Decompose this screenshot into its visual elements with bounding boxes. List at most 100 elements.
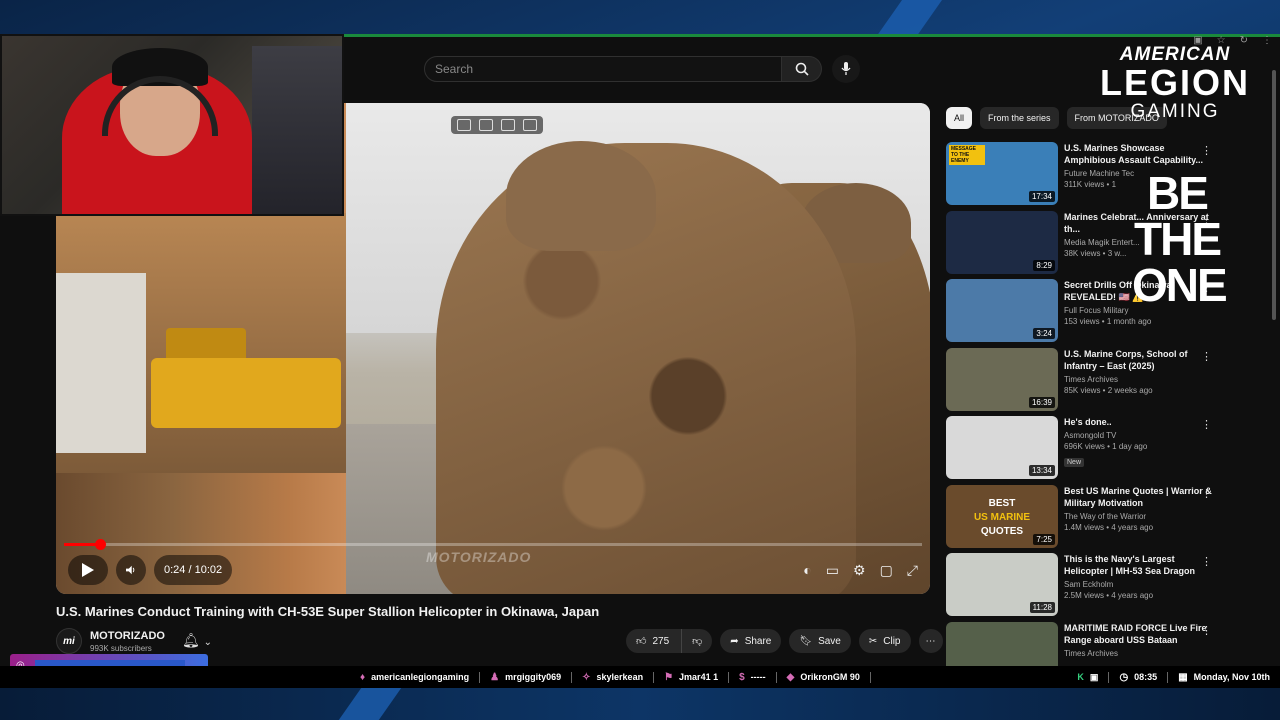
volume-icon [126,565,135,575]
notes-icon[interactable] [501,119,515,131]
video-title: U.S. Marines Conduct Training with CH-53… [56,604,600,619]
recommendation-channel[interactable]: The Way of the Warrior [1064,512,1212,521]
more-vert-icon[interactable]: ⋮ [1201,144,1212,157]
video-thumbnail[interactable]: BEST US MARINE QUOTES 7:25 [946,484,1058,548]
recommendation-channel[interactable]: Asmongold TV [1064,431,1212,440]
webcam-shelf [252,46,342,214]
thumb-text-line: US MARINE [973,511,1031,523]
recommendation-info: This is the Navy's Largest Helicopter | … [1064,553,1212,622]
pip-icon[interactable] [457,119,471,131]
duration-badge: 7:25 [1033,533,1055,545]
video-thumbnail[interactable]: 16:39 [946,347,1058,411]
time-display: 0:24 / 10:02 [154,555,233,585]
dislike-button[interactable]: 👎︎ [681,629,713,653]
progress-scrubber[interactable] [94,539,106,550]
logo-line-legion: LEGION [1099,62,1250,103]
recommendation-channel[interactable]: Times Archives [1064,649,1212,658]
more-actions-button[interactable]: ⋯ [918,629,943,653]
translate-icon[interactable] [523,119,537,131]
recommendation-info: He's done.. Asmongold TV 696K views • 1 … [1064,416,1212,485]
donation-icon: $ [739,671,745,683]
webcam-overlay [0,34,344,216]
channel-info[interactable]: mi MOTORIZADO 993K subscribers [56,628,165,654]
video-thumbnail[interactable]: 8:29 [946,210,1058,274]
more-vert-icon[interactable]: ⋮ [1201,624,1212,637]
settings-icon[interactable]: ⚙ [853,562,866,579]
recommendation-info: Best US Marine Quotes | Warrior & Milita… [1064,485,1212,554]
thumb-text-line: BEST [988,497,1016,509]
recommendation-channel[interactable]: Times Archives [1064,375,1212,384]
slogan-be-the-one: BE THE ONE [1132,167,1228,311]
video-thumbnail[interactable]: 3:24 [946,279,1058,342]
duration-badge: 3:24 [1033,328,1055,339]
more-vert-icon[interactable]: ⋮ [1201,555,1212,568]
community-icon: ♦ [360,671,366,683]
recommendation-meta: 2.5M views • 4 years ago [1064,591,1154,600]
progress-bar[interactable] [64,539,922,550]
calendar: ▦ Monday, Nov 10th [1168,672,1280,683]
recommendation-title[interactable]: U.S. Marine Corps, School of Infantry – … [1064,348,1212,372]
video-thumbnail[interactable]: 11:28 [946,553,1058,616]
video-helmet-center [506,141,656,251]
stream-bottom-strip [0,688,1280,720]
recommendation-title[interactable]: This is the Navy's Largest Helicopter | … [1064,553,1212,577]
status-icons: K ▣ [1067,671,1110,683]
more-vert-icon[interactable]: ⋮ [1201,418,1212,431]
recommendation-item[interactable]: 13:34 He's done.. Asmongold TV 696K view… [946,416,1222,485]
video-thumbnail[interactable]: MESSAGE TO THE ENEMY 17:34 [946,142,1058,205]
thumb-tag: MESSAGE TO THE ENEMY [949,145,985,165]
volume-button[interactable] [116,555,146,585]
recommendation-meta: 1.4M views • 4 years ago [1064,522,1154,532]
search-button[interactable] [782,56,822,82]
player-controls: 0:24 / 10:02 ◐ ▭ ⚙ ▢ ⤢ [68,555,918,585]
captions-icon[interactable]: ▭ [826,562,839,579]
stream-event-label: OrikronGM 90 [800,672,860,682]
recommendation-item[interactable]: 16:39 U.S. Marine Corps, School of Infan… [946,347,1222,417]
overlay-toolbar [451,116,543,134]
notification-bell-button[interactable]: 🔔︎ ⌄ [182,632,212,649]
autoplay-toggle-icon[interactable]: ◐ [803,562,811,578]
chip-all[interactable]: All [946,107,973,129]
voice-search-button[interactable] [832,55,860,83]
chat-icon: ▣ [1089,671,1099,682]
more-vert-icon[interactable]: ⋮ [1201,350,1212,363]
recommendation-title[interactable]: MARITIME RAID FORCE Live Fire Range aboa… [1064,622,1212,646]
channel-avatar[interactable]: mi [56,628,82,654]
save-label: Save [818,635,841,647]
more-vert-icon[interactable]: ⋮ [1201,487,1212,500]
clip-button[interactable]: ✂ Clip [858,629,911,653]
recommendation-title[interactable]: Best US Marine Quotes | Warrior & Milita… [1064,485,1212,509]
video-thumbnail[interactable]: 13:34 [946,416,1058,479]
recommendation-title[interactable]: He's done.. [1064,416,1212,428]
chevron-down-icon: ⌄ [203,637,213,648]
recommendation-item[interactable]: BEST US MARINE QUOTES 7:25 Best US Marine Q… [946,484,1222,554]
channel-name[interactable]: MOTORIZADO [90,630,165,642]
stream-event: ⚑ Jmar41 1 [654,671,730,683]
share-button[interactable]: ➦ Share [720,629,782,653]
duration-badge: 13:34 [1028,465,1055,476]
recommendation-meta: 696K views • 1 day ago [1064,442,1148,451]
duration-badge: 8:29 [1033,259,1055,271]
recommendation-info: U.S. Marine Corps, School of Infantry – … [1064,348,1212,417]
theater-mode-icon[interactable]: ▢ [880,562,893,579]
player-right-controls: ◐ ▭ ⚙ ▢ ⤢ [803,562,918,579]
screenshot-icon[interactable] [479,119,493,131]
subscriber-count: 993K subscribers [90,643,152,653]
recommendation-item[interactable]: 11:28 This is the Navy's Largest Helicop… [946,553,1222,622]
kick-icon: K [1077,672,1084,682]
search-input[interactable]: Search [424,56,782,82]
stream-event-list: ♦ americanlegiongaming ♟ mrgiggity069 ✧ skyle… [350,671,871,683]
like-button[interactable]: 👍︎ 275 [626,629,682,653]
duration-badge: 17:34 [1028,191,1055,202]
recommendation-title[interactable]: U.S. Marines Showcase Amphibious Assault… [1064,142,1212,166]
stream-event-label: americanlegiongaming [371,672,470,682]
recommendation-channel[interactable]: Sam Eckholm [1064,580,1212,589]
save-button[interactable]: 🔖︎ Save [789,629,851,653]
search-icon [795,62,809,76]
chip-from-series[interactable]: From the series [980,107,1059,129]
like-count: 275 [652,635,670,647]
sidebar-scrollbar[interactable] [1272,70,1276,320]
fullscreen-icon[interactable]: ⤢ [907,562,918,579]
play-button[interactable] [68,555,108,585]
menu-icon[interactable]: ⋮ [1262,35,1272,46]
